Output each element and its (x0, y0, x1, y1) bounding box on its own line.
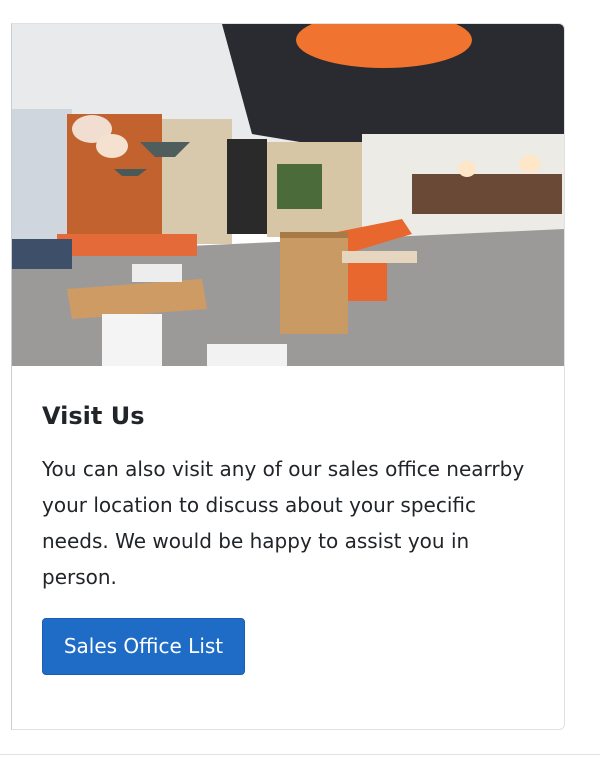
section-divider (0, 754, 600, 755)
visit-us-card: Visit Us You can also visit any of our s… (11, 23, 565, 730)
sales-office-list-button[interactable]: Sales Office List (42, 618, 245, 675)
card-description: You can also visit any of our sales offi… (42, 457, 525, 589)
card-title: Visit Us (42, 402, 145, 430)
office-lounge-photo (12, 24, 564, 366)
